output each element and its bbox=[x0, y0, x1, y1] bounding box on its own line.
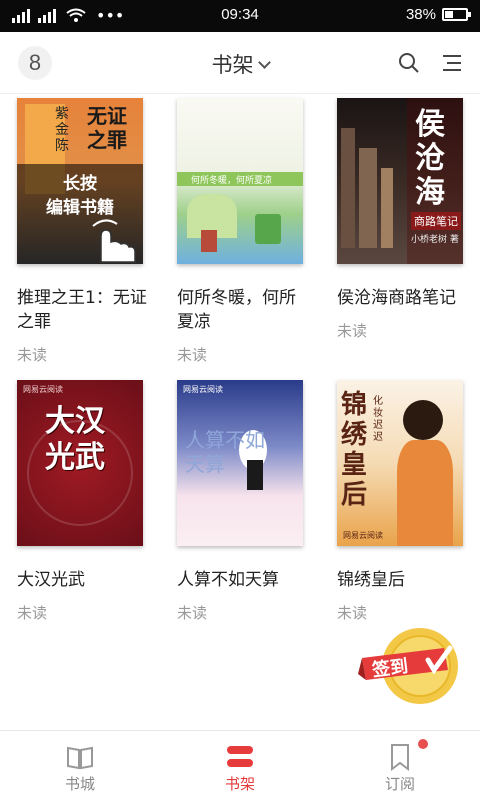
cover-title: 之罪 bbox=[87, 128, 127, 152]
book-cover[interactable]: 网易云阅读 大汉光武 bbox=[17, 380, 143, 546]
status-bar: ••• 09:34 38% bbox=[0, 0, 480, 32]
cover-title: 何所冬暖，何所夏凉 bbox=[191, 176, 273, 186]
search-icon[interactable] bbox=[398, 52, 420, 74]
cover-title: 锦绣皇后 bbox=[341, 390, 368, 510]
battery-percent: 38% bbox=[405, 6, 436, 23]
tab-bookshelf[interactable]: 书架 bbox=[160, 731, 320, 801]
book-cover[interactable]: 锦绣皇后 化妆迟迟 网易云阅读 bbox=[337, 380, 463, 546]
chevron-down-icon bbox=[257, 56, 271, 69]
edit-hint: 长按 bbox=[63, 174, 97, 194]
tab-label: 书架 bbox=[224, 775, 255, 793]
notification-badge bbox=[418, 739, 428, 749]
cover-author: 化妆迟迟 bbox=[373, 396, 383, 443]
cover-author: 紫金陈 bbox=[55, 106, 69, 154]
book-open-icon bbox=[67, 746, 93, 770]
bottom-tab-bar: 书城 书架 订阅 bbox=[0, 730, 480, 800]
bookmark-icon bbox=[391, 744, 409, 771]
book-item[interactable]: 网易云阅读 人算不如天算 人算不如天算 未读 bbox=[177, 380, 305, 623]
page-title: 书架 bbox=[211, 53, 254, 77]
book-title: 锦绣皇后 bbox=[337, 570, 405, 590]
book-cover[interactable]: 网易云阅读 人算不如天算 bbox=[177, 380, 303, 546]
read-status: 未读 bbox=[17, 346, 48, 364]
cover-subtitle: 商路笔记 bbox=[411, 212, 461, 230]
book-title: 人算不如天算 bbox=[177, 570, 279, 590]
book-item[interactable]: 何所冬暖，何所夏凉 何所冬暖，何所夏凉 未读 bbox=[177, 98, 305, 365]
book-title: 大汉光武 bbox=[17, 570, 85, 590]
tab-label: 书城 bbox=[64, 775, 95, 793]
cover-title: 侯沧海 bbox=[415, 107, 445, 210]
app-header: 8 书架 bbox=[0, 32, 480, 94]
book-item[interactable]: 无证 之罪 紫金陈 长按 编辑书籍 推理之王1：无证之罪 未读 bbox=[17, 98, 147, 365]
hand-pointer-icon bbox=[92, 219, 136, 263]
cover-publisher: 网易云阅读 bbox=[183, 385, 223, 394]
book-item[interactable]: 侯沧海 商路笔记 小桥老树 著 侯沧海商路笔记 未读 bbox=[337, 98, 465, 341]
tab-bookstore[interactable]: 书城 bbox=[0, 731, 160, 801]
read-status: 未读 bbox=[337, 322, 368, 340]
book-title: 推理之王1：无证之罪 bbox=[17, 288, 147, 332]
book-title: 何所冬暖，何所夏凉 bbox=[177, 288, 296, 332]
menu-icon[interactable] bbox=[441, 52, 463, 74]
read-status: 未读 bbox=[177, 604, 208, 622]
cover-title: 人算不如天算 bbox=[185, 428, 265, 476]
sign-in-label: 签到 bbox=[371, 655, 410, 682]
read-status: 未读 bbox=[177, 346, 208, 364]
tab-subscribe[interactable]: 订阅 bbox=[320, 731, 480, 801]
book-cover[interactable]: 何所冬暖，何所夏凉 bbox=[177, 98, 303, 264]
battery-icon bbox=[442, 8, 471, 21]
cover-publisher: 网易云阅读 bbox=[343, 531, 383, 540]
tab-label: 订阅 bbox=[384, 775, 415, 793]
book-title: 侯沧海商路笔记 bbox=[337, 288, 456, 308]
cover-title: 无证 bbox=[87, 104, 127, 128]
shelf-icon bbox=[227, 746, 253, 767]
book-cover[interactable]: 无证 之罪 紫金陈 长按 编辑书籍 bbox=[17, 98, 143, 264]
cover-publisher: 网易云阅读 bbox=[23, 385, 63, 394]
book-item[interactable]: 网易云阅读 大汉光武 大汉光武 未读 bbox=[17, 380, 145, 623]
read-status: 未读 bbox=[337, 604, 368, 622]
sign-in-button[interactable]: 签到 bbox=[358, 626, 462, 706]
cover-title: 大汉光武 bbox=[45, 404, 105, 475]
book-cover[interactable]: 侯沧海 商路笔记 小桥老树 著 bbox=[337, 98, 463, 264]
read-status: 未读 bbox=[17, 604, 48, 622]
book-item[interactable]: 锦绣皇后 化妆迟迟 网易云阅读 锦绣皇后 未读 bbox=[337, 380, 465, 623]
cover-author: 小桥老树 著 bbox=[411, 235, 459, 245]
